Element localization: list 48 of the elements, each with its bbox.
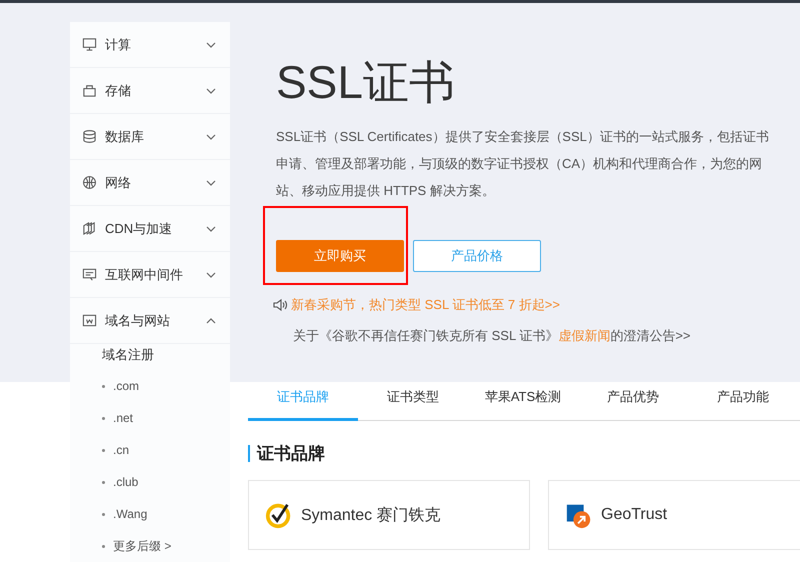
chevron-down-icon bbox=[206, 272, 216, 278]
monitor-icon bbox=[82, 37, 97, 52]
chevron-down-icon bbox=[206, 180, 216, 186]
globe-icon bbox=[82, 175, 97, 190]
submenu-heading[interactable]: 域名注册 bbox=[102, 344, 154, 370]
brand-name: GeoTrust bbox=[601, 506, 668, 524]
bullet-icon bbox=[102, 416, 105, 420]
brand-card[interactable]: Symantec 赛门铁克 bbox=[248, 480, 530, 550]
submenu-link[interactable]: .club bbox=[113, 475, 138, 489]
bullet-icon bbox=[102, 512, 105, 516]
sidebar-item[interactable]: 域名与网站 bbox=[70, 298, 230, 344]
message-icon bbox=[82, 267, 97, 282]
notice-link[interactable]: 关于《谷歌不再信任赛门铁克所有 SSL 证书》虚假新闻的澄清公告>> bbox=[293, 327, 800, 345]
brand-name: Symantec 赛门铁克 bbox=[301, 506, 441, 526]
description-text: SSL证书（SSL Certificates）提供了安全套接层（SSL）证书的一站式服务，包括证书申请、管理及部署功能，与顶级的数字证书授权（CA）机构和代理商合作，为您的网站、移动应用提供 HTTPS 解决方案。 bbox=[276, 128, 770, 200]
chevron-down-icon bbox=[206, 42, 216, 48]
chevron-down-icon bbox=[206, 134, 216, 140]
checkmark-logo-icon bbox=[265, 501, 293, 529]
submenu-link[interactable]: 更多后缀 > bbox=[113, 538, 172, 554]
sidebar-item[interactable]: 互联网中间件 bbox=[70, 252, 230, 298]
bullet-icon bbox=[102, 480, 105, 484]
bullet-icon bbox=[102, 544, 105, 548]
speaker-icon bbox=[272, 297, 288, 313]
submenu-link[interactable]: .Wang bbox=[113, 507, 148, 521]
chevron-down-icon bbox=[206, 88, 216, 94]
bag-icon bbox=[82, 83, 97, 98]
chevron-up-icon bbox=[206, 318, 216, 324]
tab[interactable]: 产品功能 bbox=[688, 375, 798, 421]
page-title: SSL证书 bbox=[276, 55, 456, 110]
tab[interactable]: 产品优势 bbox=[578, 375, 688, 421]
sidebar-item[interactable]: 网络 bbox=[70, 160, 230, 206]
sidebar-item[interactable]: 存储 bbox=[70, 68, 230, 114]
sidebar-item[interactable]: 计算 bbox=[70, 22, 230, 68]
submenu-link[interactable]: .com bbox=[113, 379, 140, 393]
submenu-link[interactable]: .cn bbox=[113, 443, 130, 457]
section-heading: 证书品牌 bbox=[248, 445, 800, 462]
layers-icon bbox=[82, 221, 97, 236]
bullet-icon bbox=[102, 448, 105, 452]
brand-card[interactable]: GeoTrust bbox=[548, 480, 800, 550]
tab[interactable]: 苹果ATS检测 bbox=[468, 375, 578, 421]
tab[interactable]: 证书类型 bbox=[358, 375, 468, 421]
database-icon bbox=[82, 129, 97, 144]
chevron-down-icon bbox=[206, 226, 216, 232]
submenu-link[interactable]: .net bbox=[113, 411, 134, 425]
bullet-icon bbox=[102, 384, 105, 388]
sidebar-item[interactable]: CDN与加速 bbox=[70, 206, 230, 252]
window-icon bbox=[82, 313, 97, 328]
sidebar-item[interactable]: 数据库 bbox=[70, 114, 230, 160]
